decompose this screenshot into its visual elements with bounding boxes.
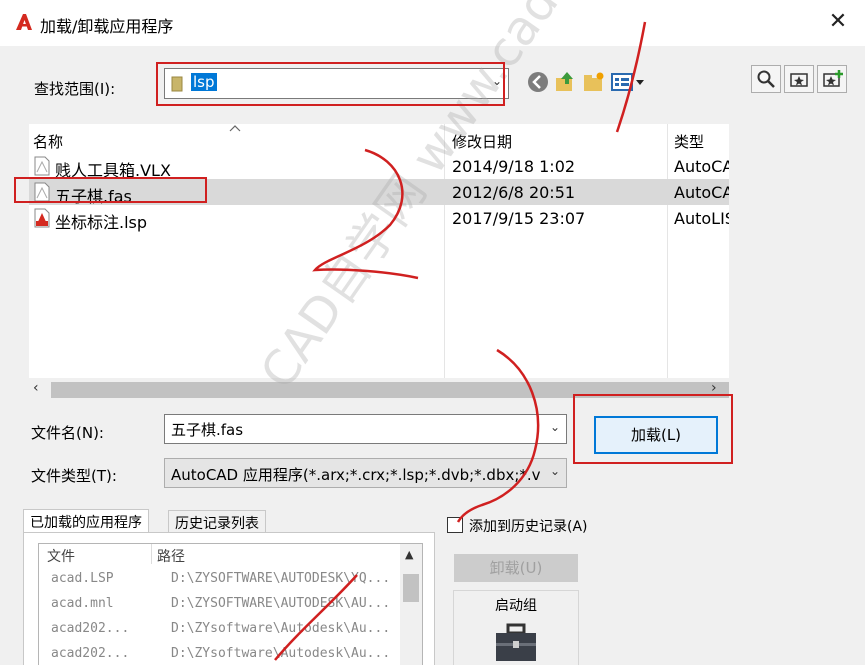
file-name: 五子棋.fas (55, 187, 132, 206)
chevron-down-icon[interactable]: ⌄ (492, 74, 502, 88)
back-icon[interactable] (526, 70, 550, 94)
search-icon (757, 70, 775, 88)
loaded-apps-list[interactable]: 文件 路径 acad.LSP D:\ZYSOFTWARE\AUTODESK\YQ… (38, 543, 423, 665)
scroll-thumb[interactable] (51, 382, 729, 398)
add-favorite-button[interactable] (817, 65, 847, 93)
lsp-file-icon (34, 208, 50, 228)
column-path-header[interactable]: 路径 (157, 546, 185, 566)
fas-file-icon (34, 182, 50, 202)
chevron-down-icon[interactable]: ⌄ (550, 420, 560, 434)
favorites-button[interactable] (784, 65, 814, 93)
star-folder-icon (790, 73, 808, 87)
scroll-up-icon[interactable]: ▲ (405, 548, 413, 561)
file-name: 坐标标注.lsp (55, 213, 148, 232)
horizontal-scrollbar[interactable]: ‹ › (29, 378, 729, 400)
file-type: AutoLIS (674, 209, 729, 228)
file-list[interactable]: 名称 修改日期 类型 贱人工具箱.VLX 2014/9/18 1:02 Auto… (29, 124, 729, 378)
briefcase-icon[interactable] (494, 623, 538, 663)
lookin-combo[interactable]: lsp ⌄ (164, 68, 509, 99)
add-to-history-checkbox[interactable] (447, 517, 463, 533)
window-title: 加载/卸载应用程序 (40, 17, 174, 36)
lookin-label: 查找范围(I): (34, 80, 116, 98)
file-row-selected[interactable]: 五子棋.fas 2012/6/8 20:51 AutoCA (29, 179, 729, 206)
vertical-scrollbar[interactable]: ▲ (400, 544, 422, 665)
column-file-header[interactable]: 文件 (47, 546, 75, 566)
list-item[interactable]: acad202... D:\ZYsoftware\Autodesk\Au... (39, 617, 399, 642)
file-type: AutoCA (674, 157, 729, 176)
sort-ascending-icon (229, 125, 241, 132)
title-bar: 加载/卸载应用程序 ✕ (0, 0, 865, 46)
filename-input[interactable]: 五子棋.fas ⌄ (164, 414, 567, 444)
filetype-select[interactable]: AutoCAD 应用程序(*.arx;*.crx;*.lsp;*.dvb;*.d… (164, 458, 567, 488)
vlx-file-icon (34, 156, 50, 176)
file-row[interactable]: 坐标标注.lsp 2017/9/15 23:07 AutoLIS (29, 205, 729, 232)
startup-suite-label: 启动组 (495, 598, 537, 614)
startup-suite-group: 启动组 (453, 590, 579, 665)
views-menu-icon[interactable] (610, 70, 648, 94)
file-type: AutoCA (674, 183, 729, 202)
up-folder-icon[interactable] (553, 70, 577, 94)
scroll-thumb[interactable] (403, 574, 419, 602)
folder-icon (171, 76, 183, 92)
file-row[interactable]: 贱人工具箱.VLX 2014/9/18 1:02 AutoCA (29, 153, 729, 180)
loaded-apps-panel: 文件 路径 acad.LSP D:\ZYSOFTWARE\AUTODESK\YQ… (23, 532, 435, 665)
load-button[interactable]: 加载(L) (594, 416, 718, 454)
list-item[interactable]: acad202... D:\ZYsoftware\Autodesk\Au... (39, 642, 399, 665)
find-file-button[interactable] (751, 65, 781, 93)
column-type-header[interactable]: 类型 (674, 131, 704, 152)
scroll-left-icon[interactable]: ‹ (33, 380, 39, 396)
unload-button[interactable]: 卸载(U) (454, 554, 578, 582)
list-item[interactable]: acad.mnl D:\ZYSOFTWARE\AUTODESK\AU... (39, 592, 399, 617)
file-name: 贱人工具箱.VLX (55, 161, 171, 180)
new-folder-icon[interactable] (582, 70, 606, 94)
file-date: 2012/6/8 20:51 (452, 183, 576, 202)
chevron-down-icon[interactable]: ⌄ (550, 464, 560, 478)
file-date: 2014/9/18 1:02 (452, 157, 576, 176)
autocad-logo-icon (16, 14, 32, 30)
column-name-header[interactable]: 名称 (33, 131, 63, 152)
filename-label: 文件名(N): (31, 424, 104, 442)
column-date-header[interactable]: 修改日期 (452, 131, 512, 152)
list-item[interactable]: acad.LSP D:\ZYSOFTWARE\AUTODESK\YQ... (39, 567, 399, 592)
add-to-history-label: 添加到历史记录(A) (469, 519, 588, 535)
lookin-value: lsp (191, 73, 217, 91)
file-date: 2017/9/15 23:07 (452, 209, 586, 228)
filetype-label: 文件类型(T): (31, 467, 117, 485)
close-icon[interactable]: ✕ (826, 10, 850, 34)
scroll-right-icon[interactable]: › (711, 380, 717, 396)
add-star-icon (823, 70, 843, 87)
